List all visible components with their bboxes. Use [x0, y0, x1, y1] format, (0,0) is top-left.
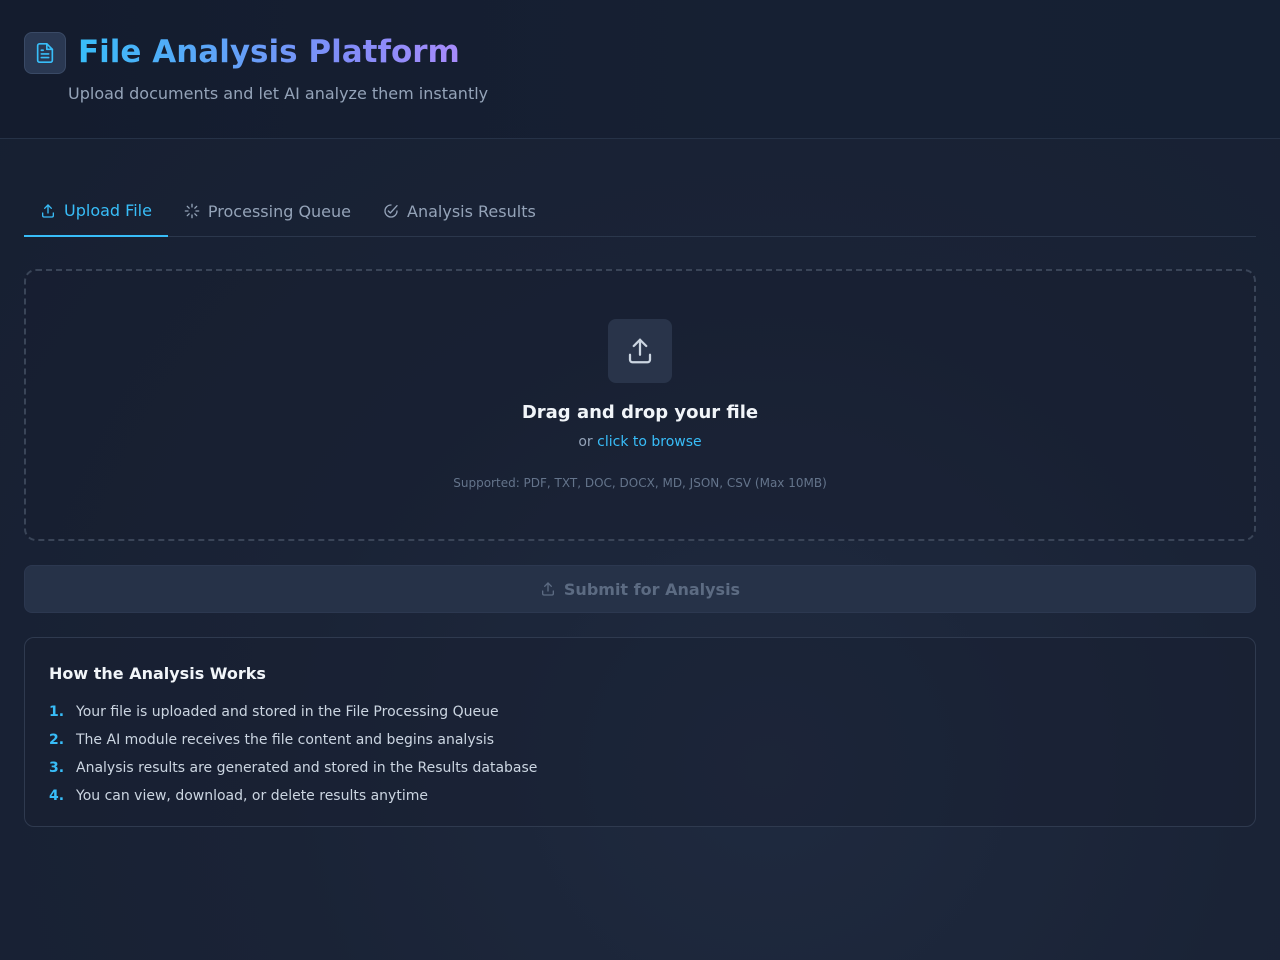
upload-icon — [541, 582, 554, 596]
supported-formats: Supported: PDF, TXT, DOC, DOCX, MD, JSON… — [453, 476, 827, 490]
spinner-icon — [184, 203, 200, 219]
step-text: Your file is uploaded and stored in the … — [76, 704, 499, 720]
upload-icon — [628, 338, 652, 364]
list-item: 3. Analysis results are generated and st… — [49, 754, 537, 782]
dropzone-icon-box — [608, 319, 672, 383]
dropzone-title: Drag and drop your file — [521, 402, 759, 423]
list-item: 1. Your file is uploaded and stored in t… — [49, 698, 537, 726]
list-item: 4. You can view, download, or delete res… — [49, 782, 537, 810]
app-subtitle: Upload documents and let AI analyze them… — [68, 84, 489, 103]
step-text: The AI module receives the file content … — [76, 732, 495, 748]
dropzone-browse-line: or click to browse — [26, 432, 1254, 452]
step-number: 3. — [49, 760, 65, 776]
how-it-works-card: How the Analysis Works 1. Your file is u… — [24, 637, 1256, 827]
browse-link[interactable]: click to browse — [597, 434, 702, 450]
submit-label: Submit for Analysis — [563, 579, 741, 599]
list-item: 2. The AI module receives the file conte… — [49, 726, 537, 754]
tab-label: Processing Queue — [207, 201, 352, 221]
step-text: You can view, download, or delete result… — [76, 788, 428, 804]
step-text: Analysis results are generated and store… — [76, 760, 538, 776]
steps-list: 1. Your file is uploaded and stored in t… — [49, 698, 537, 810]
how-it-works-title: How the Analysis Works — [49, 664, 266, 683]
upload-icon — [42, 203, 54, 218]
tab-label: Analysis Results — [407, 201, 536, 221]
submit-analysis-button[interactable]: Submit for Analysis — [24, 565, 1256, 613]
logo — [24, 32, 66, 74]
step-number: 4. — [49, 788, 65, 804]
tab-upload-file[interactable]: Upload File — [24, 186, 168, 237]
check-circle-icon — [384, 204, 398, 218]
document-icon — [36, 43, 54, 63]
step-number: 2. — [49, 732, 65, 748]
tab-label: Upload File — [64, 201, 152, 220]
tab-processing-queue[interactable]: Processing Queue — [168, 186, 367, 236]
dropzone-or-text: or — [578, 434, 593, 450]
tab-bar: Upload File Processing Queue Analysis Re… — [24, 186, 1256, 237]
app-header: File Analysis Platform Upload documents … — [0, 0, 1280, 139]
file-dropzone[interactable]: Drag and drop your file or click to brow… — [24, 269, 1256, 541]
step-number: 1. — [49, 704, 65, 720]
app-title: File Analysis Platform — [78, 34, 460, 70]
tab-analysis-results[interactable]: Analysis Results — [367, 186, 552, 236]
